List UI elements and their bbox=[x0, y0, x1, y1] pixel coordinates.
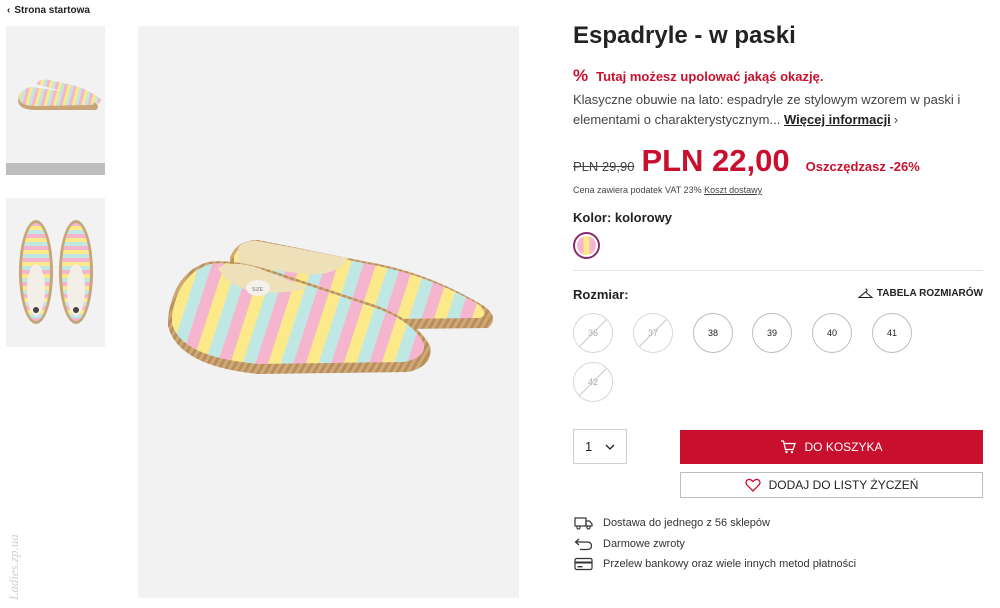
vat-info: Cena zawiera podatek VAT 23% Koszt dosta… bbox=[573, 185, 762, 195]
perk-returns-text: Darmowe zwroty bbox=[603, 538, 685, 550]
add-to-wishlist-label: DODAJ DO LISTY ŻYCZEŃ bbox=[768, 478, 919, 492]
chevron-right-icon: › bbox=[893, 112, 899, 127]
size-option-36[interactable]: 36 bbox=[573, 313, 613, 353]
price-row: PLN 29,90 PLN 22,00 Oszczędzasz -26% bbox=[573, 143, 920, 179]
cart-icon bbox=[781, 440, 797, 454]
product-title: Espadryle - w paski bbox=[573, 22, 796, 49]
size-table-link[interactable]: TABELA ROZMIARÓW bbox=[857, 288, 983, 299]
chevron-down-icon bbox=[605, 444, 615, 450]
size-label: Rozmiar: bbox=[573, 287, 629, 302]
chevron-left-icon: ‹ bbox=[7, 5, 11, 16]
old-price: PLN 29,90 bbox=[573, 159, 635, 174]
saving-badge: Oszczędzasz -26% bbox=[805, 159, 920, 174]
size-option-39[interactable]: 39 bbox=[752, 313, 792, 353]
divider bbox=[573, 270, 983, 271]
current-price: PLN 22,00 bbox=[641, 143, 790, 178]
product-description: Klasyczne obuwie na lato: espadryle ze s… bbox=[573, 90, 973, 130]
size-option-40[interactable]: 40 bbox=[812, 313, 852, 353]
color-swatch-fill bbox=[577, 236, 596, 255]
size-option-37[interactable]: 37 bbox=[633, 313, 673, 353]
svg-text:SIZE: SIZE bbox=[252, 287, 264, 293]
watermark-text: Ladies.zp.ua bbox=[6, 534, 21, 601]
shoe-top-thumbnail-image bbox=[19, 220, 93, 324]
return-arrow-icon bbox=[573, 536, 593, 552]
quantity-select[interactable]: 1 bbox=[573, 429, 627, 464]
main-product-image[interactable]: SIZE bbox=[138, 26, 519, 598]
size-option-42[interactable]: 42 bbox=[573, 362, 613, 402]
espadrille-pair-image: SIZE bbox=[168, 240, 494, 374]
perk-delivery-text: Dostawa do jednego z 56 sklepów bbox=[603, 517, 770, 529]
add-to-wishlist-button[interactable]: DODAJ DO LISTY ŻYCZEŃ bbox=[680, 472, 983, 498]
promo-text: Tutaj możesz upolować jakąś okazję. bbox=[596, 68, 824, 84]
perk-payment: Przelew bankowy oraz wiele innych metod … bbox=[573, 556, 856, 572]
perk-payment-text: Przelew bankowy oraz wiele innych metod … bbox=[603, 558, 857, 570]
card-icon bbox=[573, 556, 593, 572]
truck-icon bbox=[573, 515, 593, 531]
thumbnail-side-view[interactable] bbox=[6, 26, 105, 175]
color-label: Kolor: kolorowy bbox=[573, 210, 672, 225]
size-option-41[interactable]: 41 bbox=[872, 313, 912, 353]
hanger-icon bbox=[857, 288, 873, 299]
breadcrumb-label: Strona startowa bbox=[14, 5, 90, 16]
svg-text:Ladies.zp.ua: Ladies.zp.ua bbox=[6, 534, 21, 601]
thumbnail-top-view[interactable] bbox=[6, 198, 105, 347]
size-option-38[interactable]: 38 bbox=[693, 313, 733, 353]
add-to-cart-label: DO KOSZYKA bbox=[804, 440, 883, 454]
description-text: Klasyczne obuwie na lato: espadryle ze s… bbox=[573, 92, 961, 127]
perk-returns: Darmowe zwroty bbox=[573, 536, 685, 552]
add-to-cart-button[interactable]: DO KOSZYKA bbox=[680, 430, 983, 464]
shipping-cost-link[interactable]: Koszt dostawy bbox=[704, 185, 762, 195]
quantity-value: 1 bbox=[585, 439, 593, 454]
promo-banner: % Tutaj możesz upolować jakąś okazję. bbox=[573, 66, 823, 86]
percent-icon: % bbox=[573, 66, 589, 85]
size-table-label: TABELA ROZMIARÓW bbox=[876, 288, 983, 299]
color-swatch-kolorowy[interactable] bbox=[573, 232, 600, 259]
heart-icon bbox=[744, 478, 761, 492]
perk-delivery: Dostawa do jednego z 56 sklepów bbox=[573, 515, 770, 531]
thumbnail-active-indicator bbox=[6, 163, 105, 175]
shoe-side-thumbnail-image bbox=[18, 79, 102, 110]
breadcrumb[interactable]: ‹ Strona startowa bbox=[7, 5, 90, 16]
vat-text: Cena zawiera podatek VAT 23% bbox=[573, 185, 702, 195]
more-info-link[interactable]: Więcej informacji bbox=[784, 112, 891, 127]
